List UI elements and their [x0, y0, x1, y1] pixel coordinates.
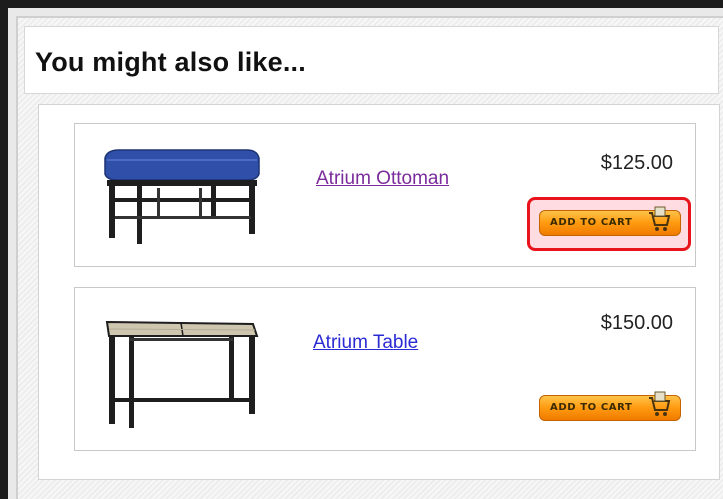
add-to-cart-label: ADD TO CART: [550, 217, 633, 228]
add-to-cart-button[interactable]: ADD TO CART: [539, 391, 681, 421]
ottoman-image[interactable]: [99, 144, 264, 244]
product-price: $125.00: [600, 152, 673, 174]
cart-icon: [649, 206, 671, 231]
add-to-cart-button[interactable]: ADD TO CART: [539, 206, 681, 236]
table-image[interactable]: [99, 314, 264, 429]
page-frame: You might also like... Atrium Ottoman $1…: [0, 0, 723, 499]
product-list: Atrium Ottoman $125.00 ADD TO CART Atriu…: [38, 104, 720, 480]
add-to-cart-label: ADD TO CART: [550, 402, 633, 413]
product-name-link[interactable]: Atrium Table: [313, 332, 418, 354]
product-card: Atrium Ottoman $125.00 ADD TO CART: [74, 123, 696, 267]
widget-title: You might also like...: [35, 47, 306, 77]
product-price: $150.00: [600, 312, 673, 334]
product-card: Atrium Table $150.00 ADD TO CART: [74, 287, 696, 451]
product-name-link[interactable]: Atrium Ottoman: [316, 168, 449, 190]
widget-header: You might also like...: [24, 26, 719, 94]
recommendations-widget: You might also like... Atrium Ottoman $1…: [16, 16, 723, 499]
cart-icon: [649, 391, 671, 416]
